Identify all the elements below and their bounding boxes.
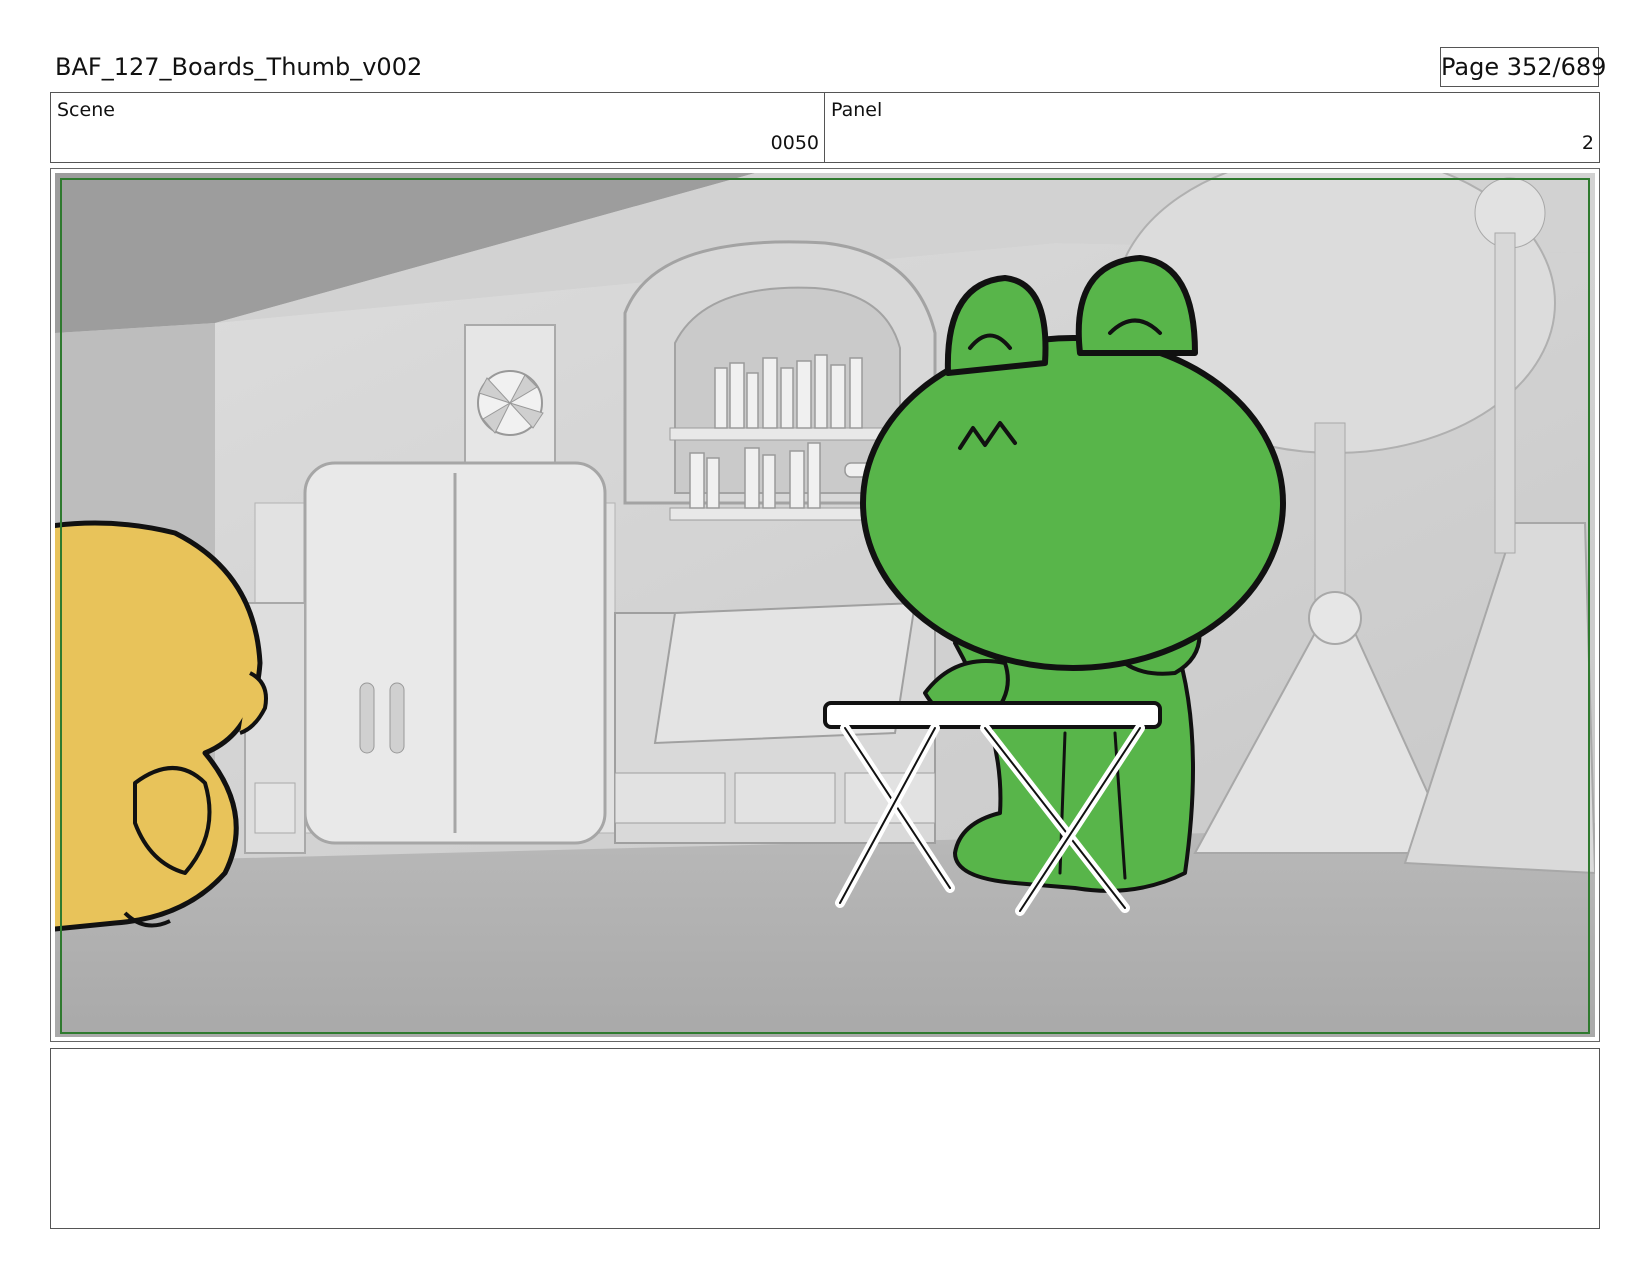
refrigerator (303, 461, 607, 845)
scene-panel-header: Scene 0050 Panel 2 (50, 92, 1600, 163)
storyboard-panel-frame (50, 168, 1600, 1042)
scene-label: Scene (57, 99, 115, 121)
document-title: BAF_127_Boards_Thumb_v002 (55, 53, 423, 81)
panel-label: Panel (831, 99, 883, 121)
panel-notes-box (50, 1048, 1600, 1229)
panel-cell: Panel 2 (825, 93, 1599, 162)
scene-number: 0050 (770, 132, 819, 154)
panel-number: 2 (1581, 132, 1594, 154)
panel-illustration (55, 173, 1595, 1037)
page-number-box: Page 352/689 (1440, 47, 1606, 87)
scene-cell: Scene 0050 (51, 93, 825, 162)
wall-fan-vent (464, 324, 556, 476)
storyboard-panel-image (55, 173, 1595, 1037)
